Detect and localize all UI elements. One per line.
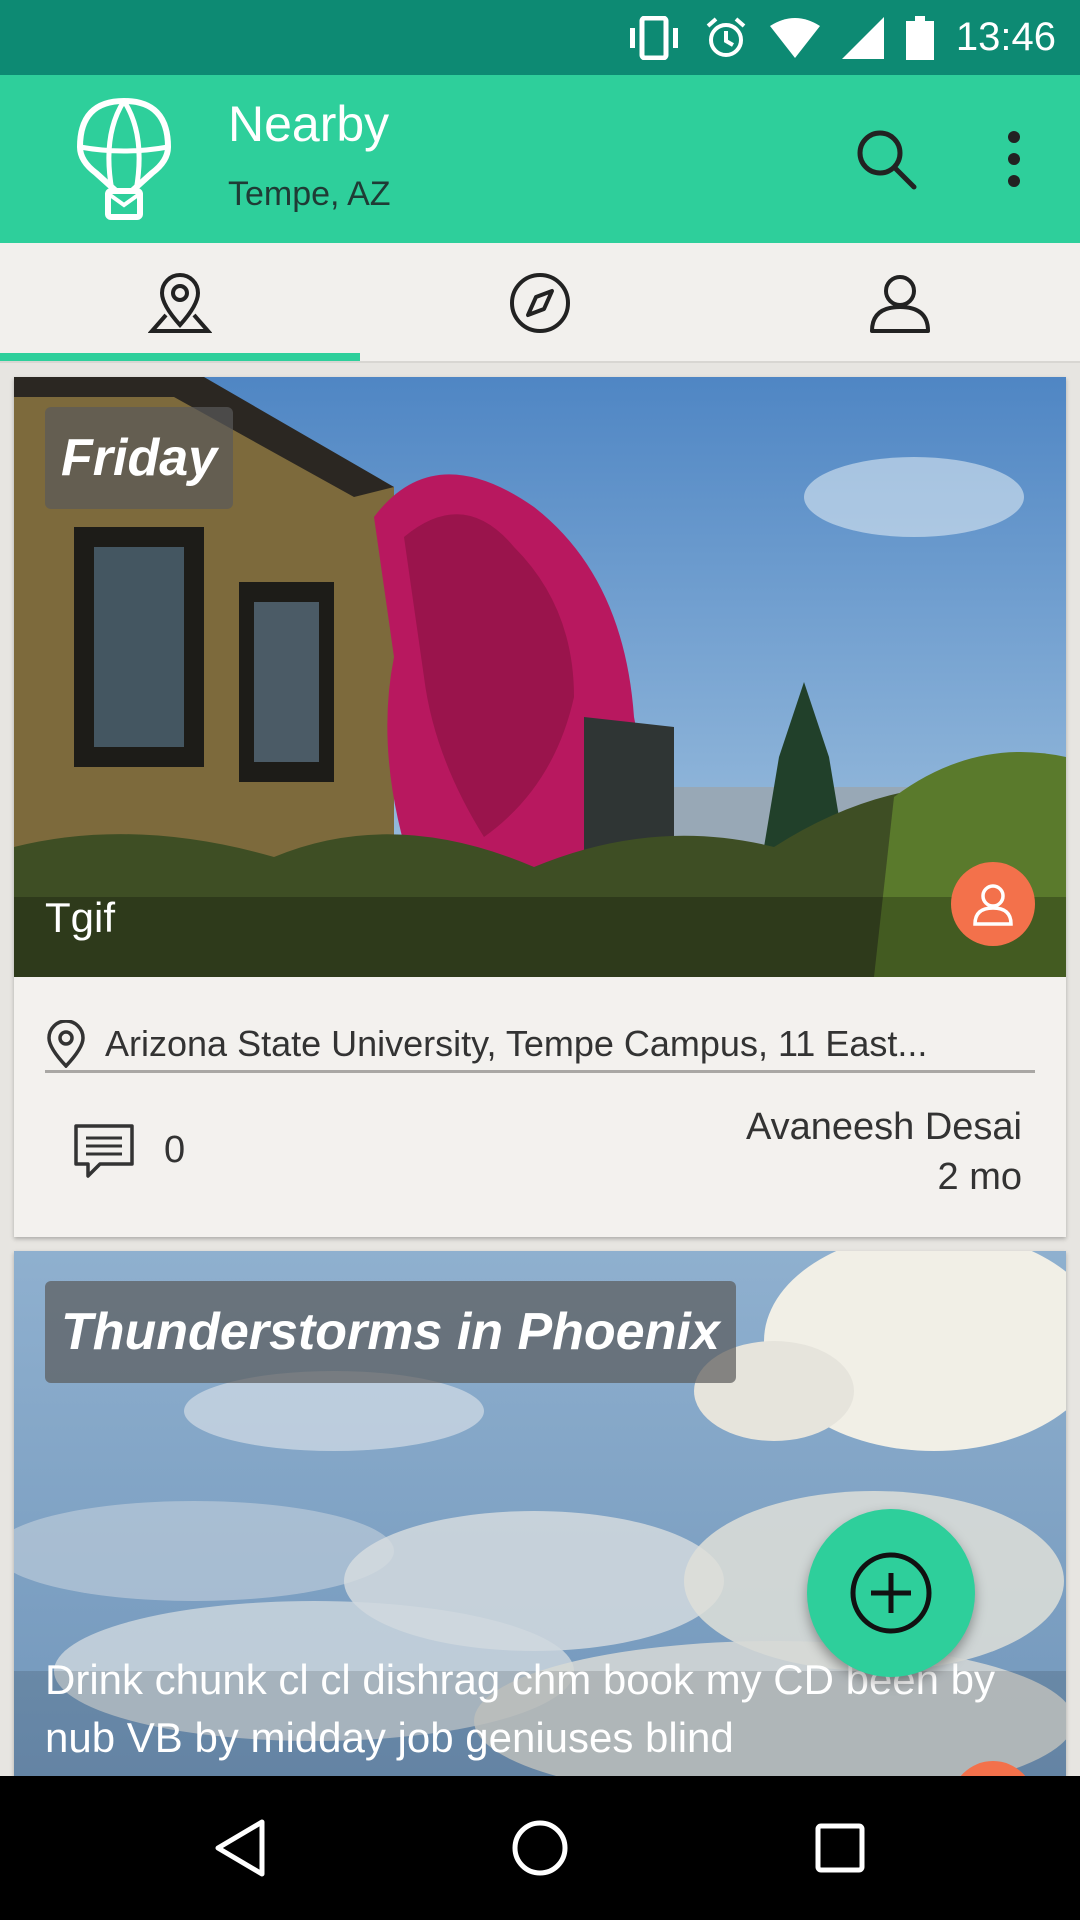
page-title: Nearby xyxy=(228,96,390,152)
status-bar: 13:46 xyxy=(0,0,1080,75)
author-name[interactable]: Avaneesh Desai xyxy=(746,1102,1022,1152)
post-photo[interactable]: Friday Tgif xyxy=(14,377,1066,977)
search-icon xyxy=(857,130,917,190)
profile-icon xyxy=(870,275,930,333)
tab-explore[interactable] xyxy=(360,243,720,363)
post-author-info: Avaneesh Desai 2 mo xyxy=(746,1102,1022,1202)
post-title: Friday xyxy=(45,407,234,509)
search-button[interactable] xyxy=(852,125,920,193)
app-bar: Nearby Tempe, AZ xyxy=(0,75,1080,243)
add-circle-icon xyxy=(850,1552,932,1634)
battery-icon xyxy=(905,15,934,60)
wifi-icon xyxy=(769,17,820,58)
location-text: Arizona State University, Tempe Campus, … xyxy=(105,1022,928,1064)
comment-icon[interactable] xyxy=(72,1122,136,1180)
tab-profile[interactable] xyxy=(720,243,1080,363)
back-button[interactable] xyxy=(204,1812,276,1884)
post-age: 2 mo xyxy=(937,1156,1022,1198)
post-title: Thunderstorms in Phoenix xyxy=(45,1281,736,1383)
location-pin-icon xyxy=(148,273,212,333)
post-caption: Tgif xyxy=(45,894,116,941)
location-pin-icon xyxy=(47,1019,85,1068)
alarm-icon xyxy=(706,16,746,57)
recents-icon xyxy=(815,1823,865,1873)
status-icons: 13:46 xyxy=(626,0,1056,75)
location-subtitle[interactable]: Tempe, AZ xyxy=(228,175,391,214)
create-post-button[interactable] xyxy=(807,1509,975,1677)
vibrate-icon xyxy=(629,15,678,60)
recents-button[interactable] xyxy=(804,1812,876,1884)
tab-indicator xyxy=(0,353,360,361)
parachute-balloon-icon xyxy=(72,95,176,223)
tab-bar xyxy=(0,243,1080,363)
person-icon xyxy=(973,884,1013,926)
author-avatar[interactable] xyxy=(951,862,1035,946)
more-options-button[interactable] xyxy=(990,125,1038,193)
post-location[interactable]: Arizona State University, Tempe Campus, … xyxy=(45,1017,1035,1073)
home-icon xyxy=(512,1820,568,1876)
signal-icon xyxy=(841,16,884,59)
home-button[interactable] xyxy=(504,1812,576,1884)
comment-count: 0 xyxy=(164,1129,186,1171)
more-vert-icon xyxy=(1008,131,1020,187)
status-time: 13:46 xyxy=(955,15,1056,59)
system-nav-bar xyxy=(0,1776,1080,1920)
back-icon xyxy=(215,1819,265,1877)
post-card[interactable]: Friday Tgif Arizona State University, Te… xyxy=(14,377,1066,1237)
compass-icon xyxy=(510,273,570,333)
tab-nearby[interactable] xyxy=(0,243,360,363)
